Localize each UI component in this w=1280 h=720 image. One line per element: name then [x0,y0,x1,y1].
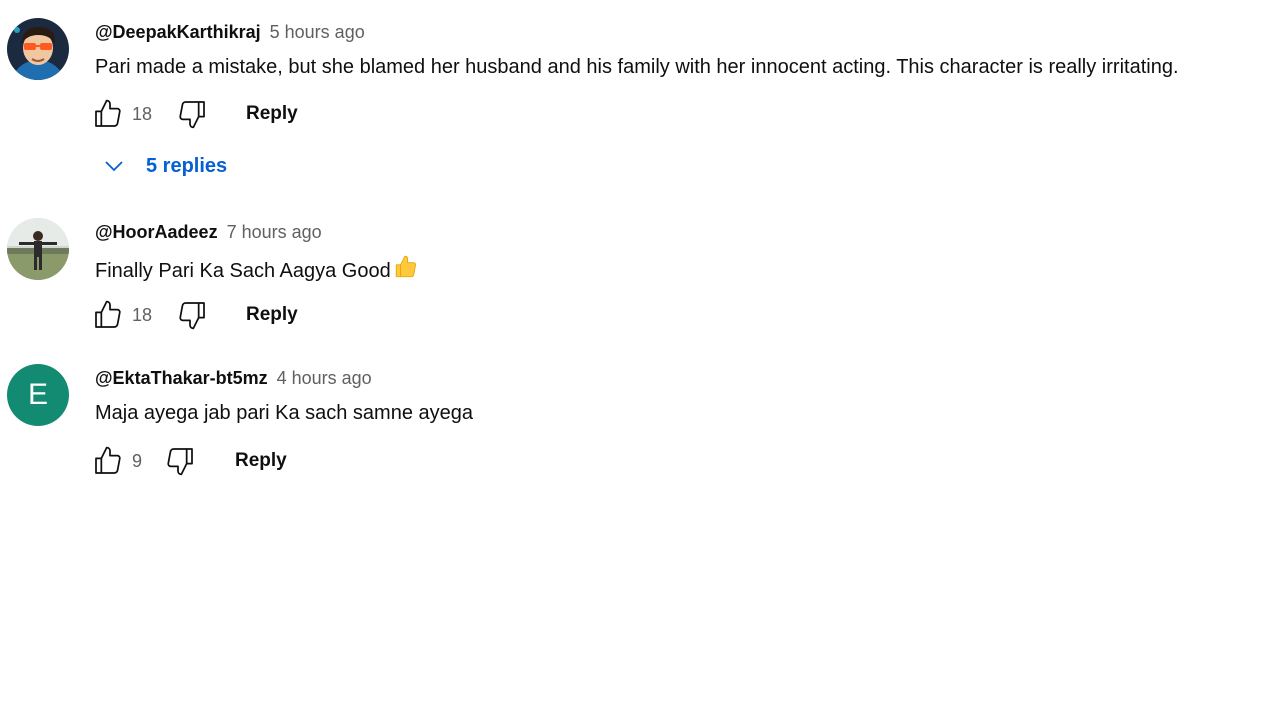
like-button[interactable] [90,443,126,479]
thumbs-up-emoji [393,254,419,287]
like-count: 18 [132,305,153,325]
comment-text-content: Finally Pari Ka Sach Aagya Good [95,260,391,282]
reply-button[interactable]: Reply [238,96,306,132]
chevron-down-icon [102,154,126,178]
comment-action-bar: 18 Reply [90,297,350,333]
thumbs-up-icon [95,300,121,328]
like-button[interactable] [90,96,126,132]
reply-button[interactable]: Reply [238,297,306,333]
comment-text: Maja ayega jab pari Ka sach samne ayega [95,402,474,424]
like-button[interactable] [90,297,126,333]
thumbs-down-icon [179,302,205,330]
photo-avatar-image [7,218,69,280]
comment-header: @EktaThakar-bt5mz 4 hours ago [95,364,372,392]
thumbs-up-icon [95,99,121,127]
thumbs-up-icon [95,446,121,474]
dislike-button[interactable] [174,96,210,132]
comment-timestamp[interactable]: 5 hours ago [270,22,365,42]
avatar[interactable]: E [7,364,69,426]
view-replies-button[interactable]: 5 replies [96,148,227,184]
comment-timestamp[interactable]: 4 hours ago [277,368,372,388]
comment-author[interactable]: @EktaThakar-bt5mz [95,368,268,388]
reply-button[interactable]: Reply [227,443,295,479]
replies-count-label: 5 replies [146,154,228,177]
like-count: 18 [132,104,153,124]
comment-text: Finally Pari Ka Sach Aagya Good [95,254,419,287]
comment-header: @HoorAadeez 7 hours ago [95,218,322,246]
avatar[interactable] [7,218,69,280]
thumbs-down-icon [179,101,205,129]
thumbs-down-icon [167,448,193,476]
comment-header: @DeepakKarthikraj 5 hours ago [95,18,365,46]
comment-action-bar: 18 Reply [90,96,350,132]
comment-author[interactable]: @DeepakKarthikraj [95,22,261,42]
comment-timestamp[interactable]: 7 hours ago [227,222,322,242]
like-count: 9 [132,451,143,471]
avatar[interactable] [7,18,69,80]
dislike-button[interactable] [162,443,198,479]
cartoon-boy-avatar-image [7,18,69,80]
comment-action-bar: 9 Reply [90,443,350,479]
comment-text: Pari made a mistake, but she blamed her … [95,56,1179,78]
dislike-button[interactable] [174,297,210,333]
comments-section: @DeepakKarthikraj 5 hours ago Pari made … [0,0,1280,720]
comment-author[interactable]: @HoorAadeez [95,222,218,242]
